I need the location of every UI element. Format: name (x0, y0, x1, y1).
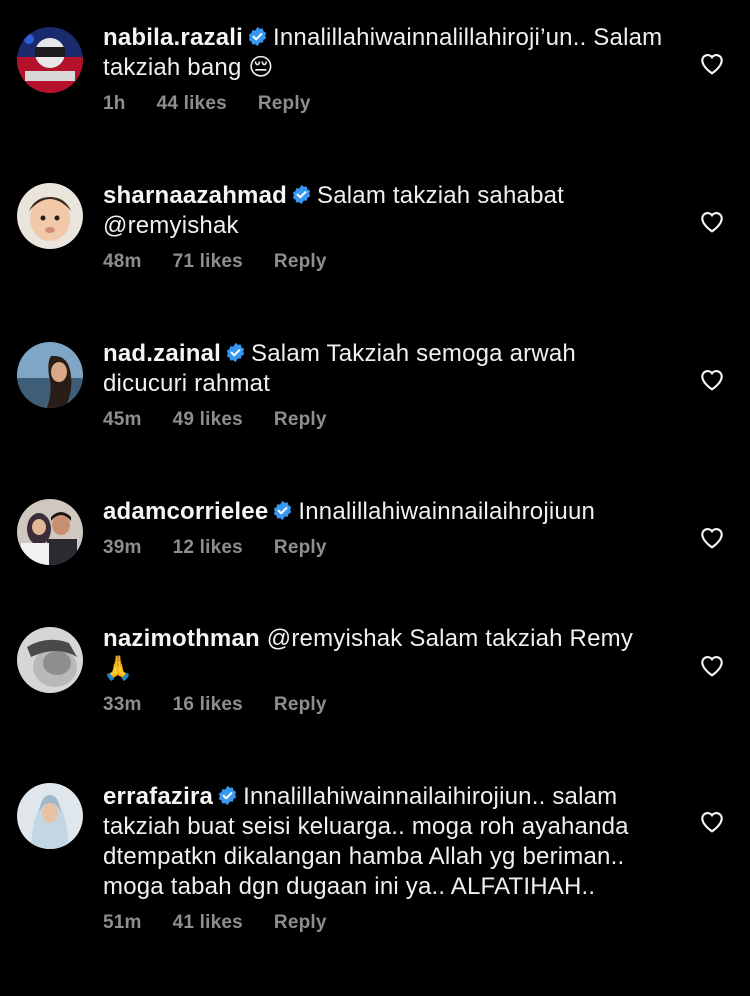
verified-badge-icon (217, 785, 238, 806)
heart-outline-icon[interactable] (699, 367, 725, 391)
avatar[interactable] (17, 499, 83, 565)
comment-username[interactable]: nad.zainal (103, 340, 221, 367)
reply-button[interactable]: Reply (258, 93, 311, 114)
comment-username[interactable]: nabila.razali (103, 24, 243, 51)
comment-likes[interactable]: 71 likes (173, 251, 243, 272)
heart-outline-icon[interactable] (699, 209, 725, 233)
avatar[interactable] (17, 27, 83, 93)
comment-body: nabila.razali Innalillahiwainnalillahiroj… (103, 23, 663, 116)
comment-likes[interactable]: 49 likes (173, 409, 243, 430)
comment-time: 45m (103, 409, 142, 430)
avatar[interactable] (17, 783, 83, 849)
comment-meta: 39m 12 likes Reply (103, 536, 663, 560)
comment-body: nad.zainal Salam Takziah semoga arwah dic… (103, 339, 663, 432)
reply-button[interactable]: Reply (274, 694, 327, 715)
comment-username[interactable]: adamcorrielee (103, 498, 268, 525)
avatar[interactable] (17, 342, 83, 408)
reply-button[interactable]: Reply (274, 912, 327, 933)
comment-body: adamcorrielee Innalillahiwainnailaihrojiu… (103, 497, 663, 560)
comment-likes[interactable]: 41 likes (173, 912, 243, 933)
comment-meta: 51m 41 likes Reply (103, 911, 663, 935)
avatar[interactable] (17, 627, 83, 693)
comment-time: 39m (103, 537, 142, 558)
reply-button[interactable]: Reply (274, 251, 327, 272)
reply-button[interactable]: Reply (274, 537, 327, 558)
comment-time: 51m (103, 912, 142, 933)
heart-outline-icon[interactable] (699, 653, 725, 677)
heart-outline-icon[interactable] (699, 809, 725, 833)
comment-username[interactable]: nazimothman (103, 625, 260, 652)
verified-badge-icon (291, 184, 312, 205)
comment-body: nazimothman @remyishak Salam takziah Rem… (103, 624, 663, 717)
comment-likes[interactable]: 16 likes (173, 694, 243, 715)
comment-meta: 45m 49 likes Reply (103, 408, 663, 432)
verified-badge-icon (247, 26, 268, 47)
comment-text: Innalillahiwainnailaihrojiuun (298, 498, 596, 525)
comment-time: 1h (103, 93, 126, 114)
avatar[interactable] (17, 183, 83, 249)
reply-button[interactable]: Reply (274, 409, 327, 430)
comment-meta: 33m 16 likes Reply (103, 693, 663, 717)
comment-time: 48m (103, 251, 142, 272)
heart-outline-icon[interactable] (699, 525, 725, 549)
heart-outline-icon[interactable] (699, 51, 725, 75)
verified-badge-icon (225, 342, 246, 363)
comment-time: 33m (103, 694, 142, 715)
comment-meta: 1h 44 likes Reply (103, 92, 663, 116)
comment-body: errafazira Innalillahiwainnailaihirojiun.… (103, 782, 663, 935)
comment-username[interactable]: errafazira (103, 783, 213, 810)
comment-likes[interactable]: 44 likes (157, 93, 227, 114)
comment-meta: 48m 71 likes Reply (103, 250, 663, 274)
comment-username[interactable]: sharnaazahmad (103, 182, 287, 209)
comment-body: sharnaazahmad Salam takziah sahabat @remy… (103, 181, 663, 274)
comment-likes[interactable]: 12 likes (173, 537, 243, 558)
verified-badge-icon (272, 500, 293, 521)
